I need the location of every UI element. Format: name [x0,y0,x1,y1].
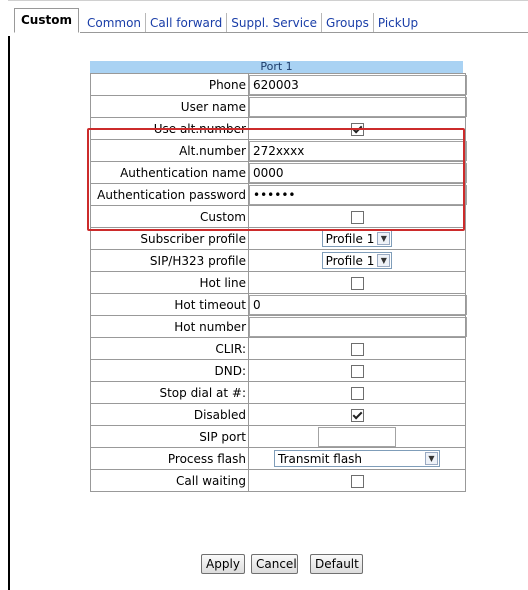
phone-label: Phone [90,73,249,96]
alt-number-label: Alt.number [90,139,249,162]
custom-checkbox[interactable] [350,210,364,224]
sip-h323-profile-value: Profile 1 [325,253,375,268]
clir-checkbox[interactable] [350,342,364,356]
use-alt-number-label: Use alt.number [90,117,249,140]
sip-port-input[interactable] [318,426,396,447]
row-subscriber-profile: Subscriber profile Profile 1 ▼ [90,227,466,250]
process-flash-label: Process flash [90,447,249,470]
row-call-waiting: Call waiting [90,469,466,492]
tab-custom[interactable]: Custom [14,8,79,33]
stop-dial-label: Stop dial at #: [90,381,249,404]
chevron-down-icon: ▼ [425,452,438,465]
tab-suppl-service[interactable]: Suppl. Service [227,13,323,33]
use-alt-number-checkbox[interactable] [350,122,364,136]
call-waiting-checkbox[interactable] [350,474,364,488]
tab-pickup[interactable]: PickUp [374,13,422,33]
subscriber-profile-value: Profile 1 [325,231,375,246]
row-process-flash: Process flash Transmit flash ▼ [90,447,466,470]
window-top-border [8,0,528,1]
row-clir: CLIR: [90,337,466,360]
process-flash-select[interactable]: Transmit flash ▼ [274,450,440,467]
row-custom: Custom [90,205,466,228]
clir-label: CLIR: [90,337,249,360]
hot-line-checkbox[interactable] [350,276,364,290]
dnd-label: DND: [90,359,249,382]
tab-groups[interactable]: Groups [322,13,374,33]
process-flash-value: Transmit flash [278,451,363,466]
row-sip-h323-profile: SIP/H323 profile Profile 1 ▼ [90,249,466,272]
tab-common[interactable]: Common [83,13,147,33]
row-hot-line: Hot line [90,271,466,294]
sip-port-label: SIP port [90,425,249,448]
stop-dial-checkbox[interactable] [350,386,364,400]
sip-h323-profile-label: SIP/H323 profile [90,249,249,272]
row-hot-timeout: Hot timeout 0 [90,293,467,316]
apply-button[interactable]: Apply [201,554,245,574]
cancel-button[interactable]: Cancel [251,554,298,574]
user-name-label: User name [90,95,249,118]
subscriber-profile-select[interactable]: Profile 1 ▼ [321,230,393,247]
row-dnd: DND: [90,359,466,382]
hot-number-label: Hot number [90,315,249,338]
disabled-checkbox[interactable] [350,408,364,422]
row-hot-number: Hot number [90,315,467,338]
row-use-alt-number: Use alt.number [90,117,466,140]
user-name-input[interactable] [249,96,467,117]
row-user-name: User name [90,95,467,118]
port-title: Port 1 [90,61,463,73]
default-button[interactable]: Default [310,554,363,574]
row-auth-name: Authentication name 0000 [90,161,467,184]
auth-password-input[interactable]: •••••• [249,184,467,205]
auth-name-input[interactable]: 0000 [249,162,467,183]
hot-timeout-input[interactable]: 0 [249,294,467,315]
window-left-border [8,36,10,590]
custom-label: Custom [90,205,249,228]
call-waiting-label: Call waiting [90,469,249,492]
tab-bar: Custom Common Call forward Suppl. Servic… [14,8,422,33]
subscriber-profile-label: Subscriber profile [90,227,249,250]
row-stop-dial: Stop dial at #: [90,381,466,404]
chevron-down-icon: ▼ [377,232,391,245]
hot-line-label: Hot line [90,271,249,294]
port-settings-panel: Port 1 Phone 620003 User name Use alt.nu… [90,61,467,492]
chevron-down-icon: ▼ [377,254,391,267]
row-alt-number: Alt.number 272xxxx [90,139,467,162]
phone-input[interactable]: 620003 [249,74,467,95]
hot-number-input[interactable] [249,316,467,337]
tab-underline [80,32,528,33]
row-phone: Phone 620003 [90,73,467,96]
disabled-label: Disabled [90,403,249,426]
dnd-checkbox[interactable] [350,364,364,378]
sip-h323-profile-select[interactable]: Profile 1 ▼ [321,252,393,269]
port-settings-table: Phone 620003 User name Use alt.number Al… [90,73,467,492]
action-buttons: Apply Cancel Default [0,554,528,576]
row-disabled: Disabled [90,403,466,426]
tab-call-forward[interactable]: Call forward [146,13,228,33]
row-auth-password: Authentication password •••••• [90,183,467,206]
alt-number-input[interactable]: 272xxxx [249,140,467,161]
auth-password-label: Authentication password [90,183,249,206]
hot-timeout-label: Hot timeout [90,293,249,316]
row-sip-port: SIP port [90,425,466,448]
auth-name-label: Authentication name [90,161,249,184]
